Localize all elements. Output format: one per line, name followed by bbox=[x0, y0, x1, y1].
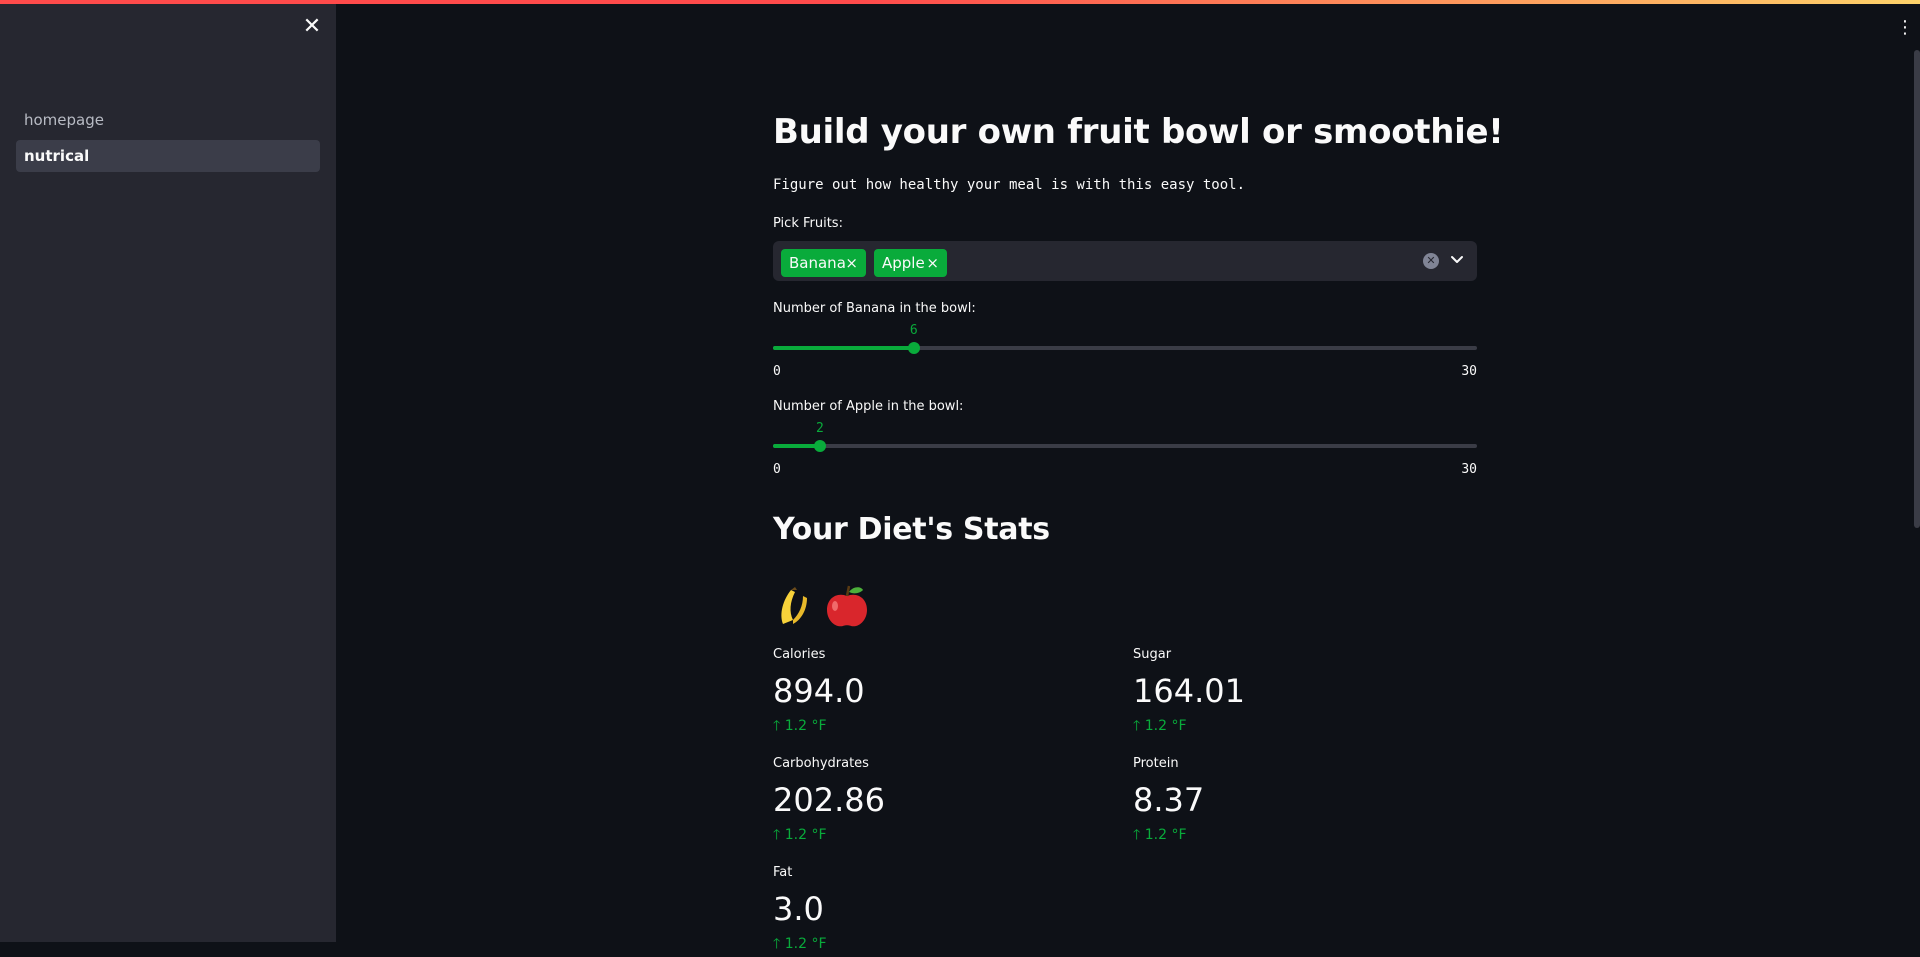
metric-value: 894.0 bbox=[773, 672, 865, 710]
remove-chip-icon[interactable]: × bbox=[845, 249, 858, 277]
slider-max: 30 bbox=[1461, 364, 1477, 379]
arrow-up-icon: 🡑 bbox=[773, 827, 781, 843]
stats-heading: Your Diet's Stats bbox=[773, 512, 1050, 547]
chip-label: Apple bbox=[882, 254, 925, 272]
slider-min: 0 bbox=[773, 462, 781, 477]
slider-fill bbox=[773, 444, 820, 448]
slider-value: 6 bbox=[909, 323, 918, 338]
metric-value: 164.01 bbox=[1133, 672, 1245, 710]
slider-min: 0 bbox=[773, 364, 781, 379]
metric-protein: Protein 8.37 🡑 1.2 °F bbox=[1133, 756, 1473, 846]
metric-value: 3.0 bbox=[773, 890, 824, 928]
metric-delta: 🡑 1.2 °F bbox=[1133, 827, 1187, 843]
arrow-up-icon: 🡑 bbox=[773, 936, 781, 952]
metric-label: Fat bbox=[773, 865, 793, 880]
metric-delta: 🡑 1.2 °F bbox=[773, 718, 827, 734]
slider-thumb[interactable] bbox=[813, 440, 826, 452]
apple-icon bbox=[827, 585, 867, 627]
fruit-picker-label: Pick Fruits: bbox=[773, 216, 843, 231]
metric-label: Calories bbox=[773, 647, 826, 662]
fruit-multiselect[interactable]: Banana × Apple × ✕ bbox=[773, 241, 1477, 281]
sidebar-item-homepage[interactable]: homepage bbox=[16, 104, 320, 136]
banana-slider[interactable]: 6 0 30 bbox=[773, 309, 1477, 379]
clear-all-icon[interactable]: ✕ bbox=[1423, 253, 1439, 269]
page-title: Build your own fruit bowl or smoothie! bbox=[773, 112, 1504, 152]
close-icon[interactable]: ✕ bbox=[301, 16, 323, 38]
metric-value: 8.37 bbox=[1133, 781, 1205, 819]
slider-thumb[interactable] bbox=[907, 342, 920, 354]
metric-calories: Calories 894.0 🡑 1.2 °F bbox=[773, 647, 1113, 737]
metric-label: Protein bbox=[1133, 756, 1179, 771]
arrow-up-icon: 🡑 bbox=[773, 718, 781, 734]
chevron-down-icon[interactable] bbox=[1447, 249, 1467, 271]
chip-apple[interactable]: Apple × bbox=[874, 249, 947, 277]
chip-label: Banana bbox=[789, 254, 846, 272]
slider-track[interactable] bbox=[773, 444, 1477, 448]
slider-value: 2 bbox=[816, 421, 824, 436]
sidebar-nav: homepage nutrical bbox=[16, 104, 320, 176]
slider-max: 30 bbox=[1461, 462, 1477, 477]
arrow-up-icon: 🡑 bbox=[1133, 718, 1141, 734]
remove-chip-icon[interactable]: × bbox=[926, 249, 939, 277]
page-subtitle: Figure out how healthy your meal is with… bbox=[773, 177, 1246, 193]
sidebar-item-nutrical[interactable]: nutrical bbox=[16, 140, 320, 172]
chip-banana[interactable]: Banana × bbox=[781, 249, 866, 277]
main-area: ⋮ Build your own fruit bowl or smoothie!… bbox=[336, 0, 1920, 952]
metric-delta: 🡑 1.2 °F bbox=[773, 936, 827, 952]
metric-label: Sugar bbox=[1133, 647, 1172, 662]
banana-icon bbox=[781, 587, 807, 624]
arrow-up-icon: 🡑 bbox=[1133, 827, 1141, 843]
metric-carbohydrates: Carbohydrates 202.86 🡑 1.2 °F bbox=[773, 756, 1113, 846]
slider-fill bbox=[773, 346, 914, 350]
metric-value: 202.86 bbox=[773, 781, 885, 819]
fruit-icons bbox=[773, 584, 873, 628]
scrollbar[interactable] bbox=[1914, 50, 1920, 528]
metric-sugar: Sugar 164.01 🡑 1.2 °F bbox=[1133, 647, 1473, 737]
metric-delta: 🡑 1.2 °F bbox=[773, 827, 827, 843]
apple-slider[interactable]: 2 0 30 bbox=[773, 407, 1477, 477]
top-decoration-bar bbox=[0, 0, 1920, 4]
metric-label: Carbohydrates bbox=[773, 756, 869, 771]
more-menu-icon[interactable]: ⋮ bbox=[1896, 18, 1914, 38]
metric-delta: 🡑 1.2 °F bbox=[1133, 718, 1187, 734]
sidebar: ✕ homepage nutrical bbox=[0, 0, 336, 942]
